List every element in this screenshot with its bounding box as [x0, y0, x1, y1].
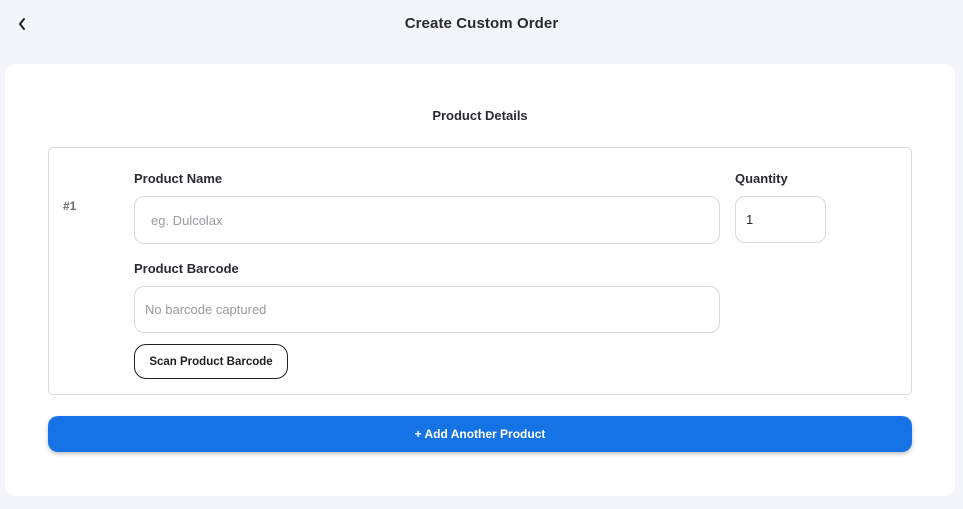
- section-title: Product Details: [432, 108, 528, 123]
- product-name-input[interactable]: [134, 196, 720, 244]
- product-entry: #1 Product Name Quantity Product Barcode…: [48, 147, 912, 395]
- product-name-label: Product Name: [134, 171, 223, 186]
- page-title: Create Custom Order: [404, 15, 559, 32]
- scan-barcode-button[interactable]: Scan Product Barcode: [134, 344, 288, 379]
- product-index: #1: [63, 199, 77, 213]
- add-another-product-button[interactable]: + Add Another Product: [48, 416, 912, 452]
- quantity-label: Quantity: [735, 171, 788, 186]
- quantity-input[interactable]: [735, 196, 826, 243]
- header: Create Custom Order: [0, 0, 963, 52]
- order-card: Product Details #1 Product Name Quantity…: [5, 64, 955, 496]
- product-barcode-label: Product Barcode: [134, 261, 239, 276]
- product-barcode-input[interactable]: [134, 286, 720, 333]
